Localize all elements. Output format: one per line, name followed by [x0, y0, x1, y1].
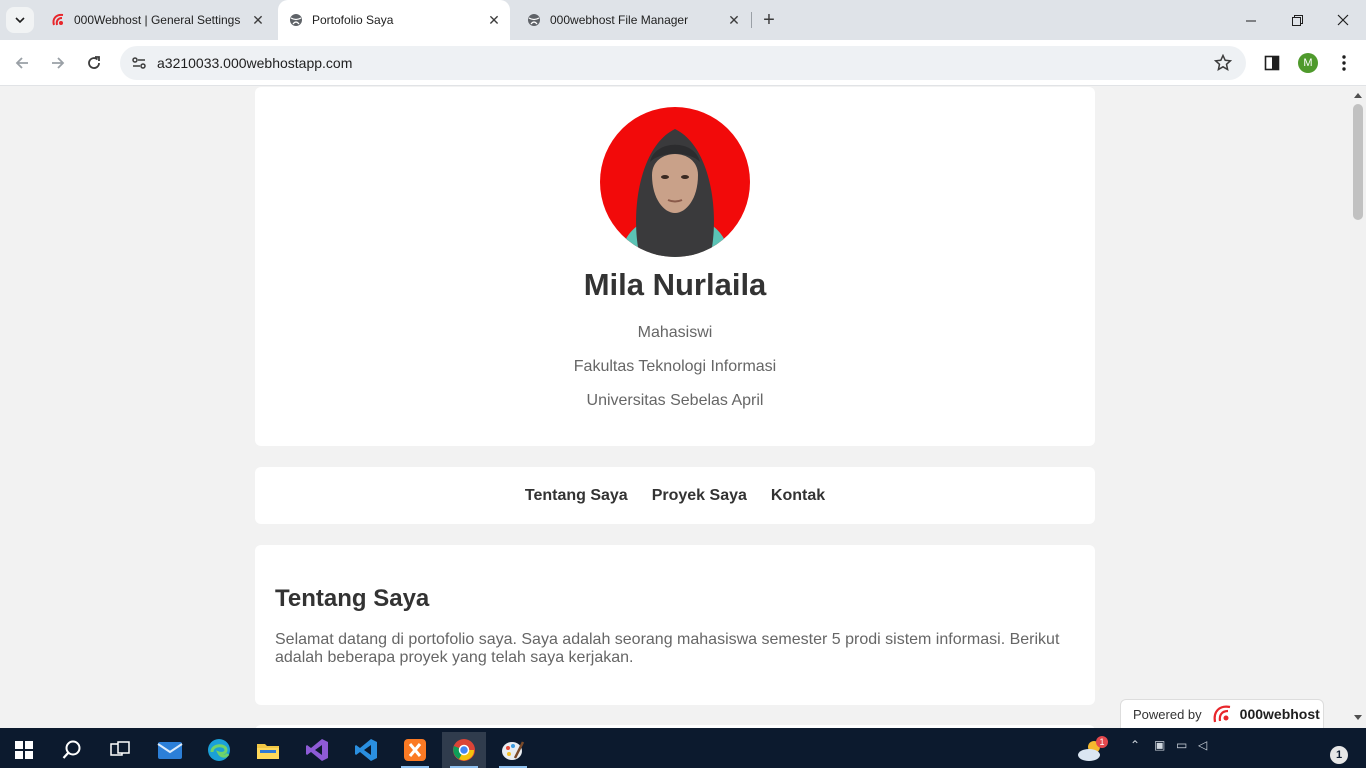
back-button[interactable] — [8, 49, 36, 77]
search-button[interactable] — [50, 732, 94, 768]
globe-icon — [526, 12, 542, 28]
tab-search-button[interactable] — [6, 7, 34, 33]
minimize-button[interactable] — [1228, 0, 1274, 40]
side-panel-button[interactable] — [1258, 49, 1286, 77]
profile-header: Mila Nurlaila Mahasiswi Fakultas Teknolo… — [255, 87, 1095, 446]
minimize-icon — [1245, 20, 1256, 21]
edge-app[interactable] — [197, 732, 241, 768]
taskbar: 1 ⌃ ▣ ▭ ◁ 1 — [0, 728, 1366, 768]
visual-studio-app[interactable] — [295, 732, 339, 768]
more-vert-icon — [1342, 55, 1346, 71]
profile-button[interactable]: M — [1294, 49, 1322, 77]
nav-link-kontak[interactable]: Kontak — [771, 487, 825, 505]
nav-link-proyek-saya[interactable]: Proyek Saya — [652, 487, 747, 505]
arrow-left-icon — [15, 57, 28, 69]
scroll-down-icon[interactable] — [1354, 715, 1362, 720]
scrollbar-thumb[interactable] — [1353, 104, 1363, 220]
weather-widget[interactable]: 1 — [1068, 732, 1112, 768]
mail-icon — [157, 742, 183, 759]
000webhost-logo-icon — [1213, 705, 1230, 723]
reload-button[interactable] — [80, 49, 108, 77]
profile-photo — [600, 107, 750, 257]
file-explorer-icon — [257, 744, 279, 759]
edge-icon — [208, 739, 230, 761]
chrome-menu-button[interactable] — [1330, 49, 1358, 77]
visual-studio-icon — [306, 739, 328, 761]
scroll-up-icon[interactable] — [1354, 93, 1362, 98]
forward-button[interactable] — [44, 49, 72, 77]
powered-by-text: Powered by — [1133, 706, 1202, 722]
close-tab-icon[interactable]: ✕ — [726, 12, 742, 28]
side-panel-icon — [1264, 55, 1280, 71]
tray-app-icon[interactable]: ▣ — [1154, 738, 1165, 752]
chrome-app[interactable] — [442, 732, 486, 768]
profile-faculty: Fakultas Teknologi Informasi — [573, 358, 777, 375]
reload-icon — [88, 56, 100, 69]
url-text: a3210033.000webhostapp.com — [157, 55, 353, 71]
chevron-down-icon — [15, 17, 25, 24]
page-scrollbar[interactable] — [1350, 87, 1366, 728]
tray-chevron-icon[interactable]: ⌃ — [1130, 738, 1140, 752]
mail-app[interactable] — [148, 732, 192, 768]
tab-title: Portofolio Saya — [312, 13, 394, 27]
about-section: Tentang Saya Selamat datang di portofoli… — [255, 545, 1095, 705]
task-view-button[interactable] — [98, 732, 142, 768]
start-icon — [15, 741, 33, 759]
tab-separator — [751, 12, 752, 28]
main-nav: Tentang Saya Proyek Saya Kontak — [255, 467, 1095, 524]
task-view-icon — [110, 741, 130, 756]
restore-icon — [1291, 14, 1303, 26]
start-button[interactable] — [2, 732, 46, 768]
address-bar[interactable]: a3210033.000webhostapp.com — [120, 46, 1246, 80]
tab-title: 000Webhost | General Settings — [74, 13, 241, 27]
network-icon[interactable]: ▭ — [1176, 738, 1187, 752]
tab-title: 000webhost File Manager — [550, 13, 689, 27]
arrow-right-icon — [52, 57, 65, 69]
file-explorer-app[interactable] — [246, 732, 290, 768]
chrome-icon — [453, 739, 475, 761]
tab-file-manager[interactable]: 000webhost File Manager ✕ — [516, 0, 748, 40]
notification-badge[interactable]: 1 — [1330, 746, 1348, 764]
powered-by-brand: 000webhost — [1239, 706, 1320, 722]
avatar: M — [1298, 53, 1318, 73]
000webhost-logo-icon — [50, 12, 66, 28]
vscode-app[interactable] — [344, 732, 388, 768]
volume-icon[interactable]: ◁ — [1198, 738, 1207, 752]
xampp-app[interactable] — [393, 732, 437, 768]
about-text: Selamat datang di portofolio saya. Saya … — [275, 631, 1060, 666]
page-viewport: Mila Nurlaila Mahasiswi Fakultas Teknolo… — [0, 87, 1350, 728]
tab-portofolio[interactable]: Portofolio Saya ✕ — [278, 0, 510, 40]
globe-icon — [288, 12, 304, 28]
new-tab-button[interactable]: + — [758, 8, 780, 32]
nav-link-tentang-saya[interactable]: Tentang Saya — [525, 487, 628, 505]
close-tab-icon[interactable]: ✕ — [250, 12, 266, 28]
tab-general-settings[interactable]: 000Webhost | General Settings ✕ — [40, 0, 272, 40]
profile-name: Mila Nurlaila — [583, 267, 767, 302]
profile-role: Mahasiswi — [637, 324, 713, 341]
paint-icon — [502, 741, 525, 760]
bookmark-star-icon[interactable] — [1214, 54, 1232, 72]
profile-university: Universitas Sebelas April — [586, 392, 764, 409]
close-icon — [1337, 14, 1349, 26]
paint-app[interactable] — [491, 732, 535, 768]
browser-toolbar: a3210033.000webhostapp.com M — [0, 40, 1366, 86]
restore-button[interactable] — [1274, 0, 1320, 40]
xampp-icon — [404, 739, 426, 761]
section-heading: Tentang Saya — [275, 585, 430, 612]
close-tab-icon[interactable]: ✕ — [486, 12, 502, 28]
search-icon — [62, 740, 81, 759]
vscode-icon — [355, 739, 377, 761]
close-window-button[interactable] — [1320, 0, 1366, 40]
weather-badge: 1 — [1096, 736, 1108, 748]
powered-by-badge[interactable]: Powered by 000webhost — [1120, 699, 1324, 729]
site-info-icon[interactable] — [128, 52, 150, 74]
browser-tab-bar: 000Webhost | General Settings ✕ Portofol… — [0, 0, 1366, 40]
